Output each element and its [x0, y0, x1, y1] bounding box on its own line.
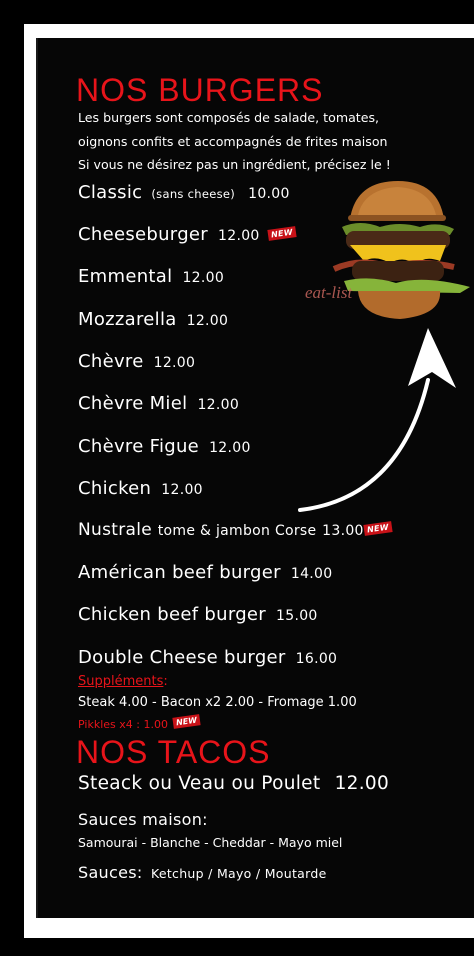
menu-item-classic: Classic (sans cheese) 10.00: [78, 182, 290, 203]
item-note: (sans cheese): [151, 187, 236, 201]
item-price: 15.00: [276, 608, 318, 624]
pikkles-line: Pikkles x4 : 1.00 NEW: [78, 714, 202, 731]
item-price: 12.00: [186, 313, 229, 329]
tacos-item-price: 12.00: [334, 773, 390, 794]
burger-photo-icon: [332, 181, 470, 319]
item-price: 12.00: [218, 228, 260, 244]
sauces-label: Sauces:: [78, 863, 143, 882]
burgers-intro-line-3: Si vous ne désirez pas un ingrédient, pr…: [78, 157, 391, 172]
menu-item-nustrale: Nustrale tome & jambon Corse 13.00 NEW: [78, 520, 393, 540]
watermark-text: eat-list: [305, 283, 353, 302]
item-price: 14.00: [290, 566, 333, 582]
menu-item-chicken-beef-burger: Chicken beef burger 15.00: [78, 604, 318, 625]
menu-item-chevre-figue: Chèvre Figue 12.00: [78, 436, 251, 457]
new-badge: NEW: [363, 521, 393, 536]
supplements-colon: :: [163, 674, 168, 689]
menu-item-cheeseburger: Cheeseburger 12.00 NEW: [78, 224, 297, 245]
new-badge: NEW: [267, 226, 297, 241]
item-name: Chicken: [78, 478, 152, 499]
tacos-title: NOS TACOS: [76, 734, 271, 770]
item-name: Classic: [78, 182, 143, 203]
burgers-intro-line-1: Les burgers sont composés de salade, tom…: [78, 110, 380, 125]
menu-item-chevre-miel: Chèvre Miel 12.00: [78, 393, 239, 414]
item-name: Double Cheese burger: [78, 647, 286, 668]
pikkles-text: Pikkles x4 : 1.00: [78, 718, 168, 731]
item-name: Chicken beef burger: [78, 604, 267, 625]
menu-item-emmental: Emmental 12.00: [78, 266, 224, 287]
burgers-intro-line-2: oignons confits et accompagnés de frites…: [78, 134, 388, 149]
menu-item-chevre: Chèvre 12.00: [78, 351, 195, 372]
menu-item-chicken: Chicken 12.00: [78, 478, 203, 499]
sauces-maison-list: Samourai - Blanche - Cheddar - Mayo miel: [78, 835, 343, 850]
supplements-title: Suppléments:: [78, 674, 168, 689]
item-price: 12.00: [182, 270, 225, 286]
new-badge: NEW: [172, 714, 202, 729]
item-note: tome & jambon Corse: [157, 523, 317, 539]
burgers-title: NOS BURGERS: [76, 72, 324, 108]
item-name: Chèvre Figue: [78, 436, 200, 457]
item-price: 12.00: [161, 482, 203, 498]
sauces-maison-label: Sauces maison:: [78, 810, 208, 829]
item-name: Nustrale: [78, 520, 153, 540]
item-name: Chèvre Miel: [78, 393, 188, 414]
tacos-item: Steack ou Veau ou Poulet 12.00: [78, 773, 389, 794]
item-price: 10.00: [248, 186, 290, 202]
tacos-item-name: Steack ou Veau ou Poulet: [78, 773, 321, 794]
menu-item-double-cheese-burger: Double Cheese burger 16.00: [78, 647, 337, 668]
item-price: 12.00: [209, 440, 251, 456]
sauces-list: Ketchup / Mayo / Moutarde: [150, 866, 327, 881]
item-price: 16.00: [295, 651, 338, 667]
curved-arrow-icon: [298, 328, 456, 512]
item-name: Emmental: [78, 266, 173, 287]
supplements-label: Suppléments: [78, 674, 164, 689]
menu-item-american-beef-burger: Américan beef burger 14.00: [78, 562, 332, 583]
menu-item-mozzarella: Mozzarella 12.00: [78, 309, 228, 330]
item-name: Chèvre: [78, 351, 144, 372]
item-price: 12.00: [153, 355, 196, 371]
item-name: Cheeseburger: [78, 224, 208, 245]
item-name: Mozzarella: [78, 309, 177, 330]
item-price: 13.00: [322, 523, 364, 539]
sauces-line: Sauces: Ketchup / Mayo / Moutarde: [78, 863, 327, 882]
supplements-list: Steak 4.00 - Bacon x2 2.00 - Fromage 1.0…: [78, 695, 357, 710]
item-price: 12.00: [197, 397, 240, 413]
item-name: Américan beef burger: [78, 562, 281, 583]
